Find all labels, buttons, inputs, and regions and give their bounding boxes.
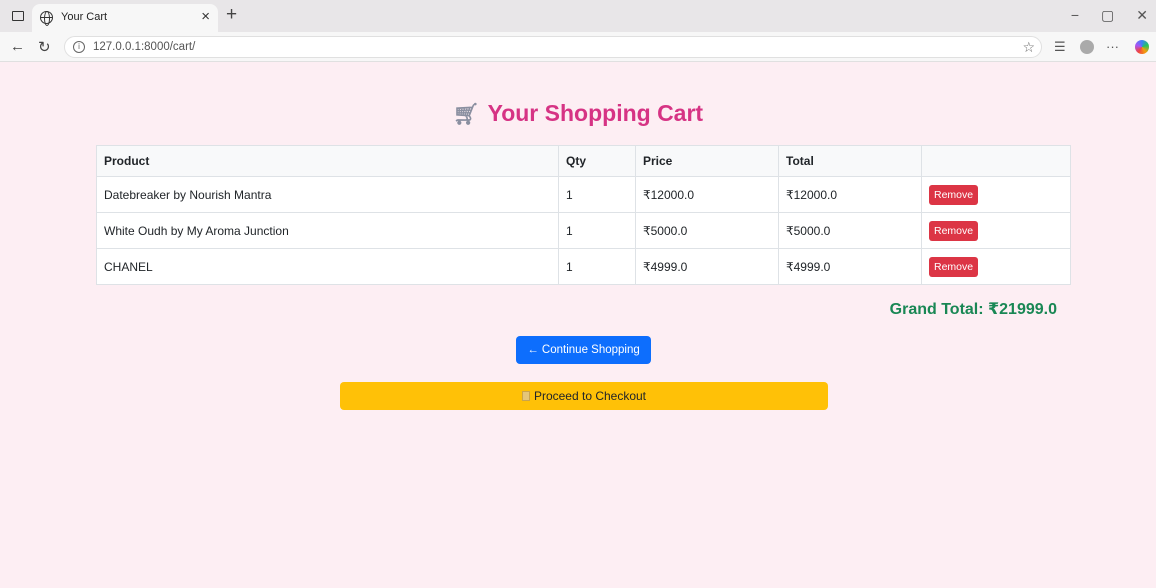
header-price: Price	[635, 145, 779, 177]
shopping-cart-icon: 🛒︎	[452, 103, 480, 126]
remove-button[interactable]: Remove	[929, 184, 979, 205]
header-action	[921, 145, 1071, 177]
cell-total: ₹5000.0	[778, 212, 922, 249]
cell-qty: 1	[558, 212, 636, 249]
cell-action: Remove	[921, 176, 1071, 213]
copilot-icon[interactable]	[1135, 40, 1149, 54]
cell-total: ₹4999.0	[778, 248, 922, 285]
window-controls: − ▢ ✕	[1071, 7, 1148, 24]
checkout-button-label: Proceed to Checkout	[533, 389, 647, 403]
table-header-row: Product Qty Price Total	[96, 145, 1071, 177]
profile-avatar[interactable]	[1080, 40, 1094, 54]
cell-action: Remove	[921, 212, 1071, 249]
table-row: Datebreaker by Nourish Mantra 1 ₹12000.0…	[96, 176, 1071, 213]
continue-shopping-button[interactable]: ← Continue Shopping	[516, 336, 651, 364]
header-total: Total	[778, 145, 922, 177]
favorite-star-icon[interactable]: ☆	[1022, 39, 1035, 56]
cell-product: Datebreaker by Nourish Mantra	[96, 176, 559, 213]
table-row: CHANEL 1 ₹4999.0 ₹4999.0 Remove	[96, 248, 1071, 285]
tab-actions-icon[interactable]	[12, 11, 24, 21]
cell-product: CHANEL	[96, 248, 559, 285]
back-arrow-icon[interactable]: ←	[10, 38, 25, 55]
header-qty: Qty	[558, 145, 636, 177]
table-row: White Oudh by My Aroma Junction 1 ₹5000.…	[96, 212, 1071, 249]
address-bar-row: ← ↻ i 127.0.0.1:8000/cart/ ☆ ☰ ···	[0, 32, 1156, 62]
cell-total: ₹12000.0	[778, 176, 922, 213]
tab-title: Your Cart	[61, 11, 108, 23]
cell-action: Remove	[921, 248, 1071, 285]
tab-close-button[interactable]: ×	[201, 8, 210, 25]
refresh-icon[interactable]: ↻	[38, 38, 51, 56]
proceed-to-checkout-button[interactable]: Proceed to Checkout	[340, 382, 828, 410]
minimize-button[interactable]: −	[1071, 7, 1079, 24]
cell-price: ₹4999.0	[635, 248, 779, 285]
url-text: 127.0.0.1:8000/cart/	[93, 41, 196, 53]
header-product: Product	[96, 145, 559, 177]
browser-tab[interactable]: Your Cart ×	[32, 4, 218, 32]
cell-qty: 1	[558, 248, 636, 285]
close-window-button[interactable]: ✕	[1136, 7, 1148, 24]
page-title: 🛒︎ Your Shopping Cart	[0, 100, 1156, 127]
favorites-icon[interactable]: ☰	[1054, 39, 1066, 55]
more-menu-icon[interactable]: ···	[1106, 39, 1119, 54]
remove-button[interactable]: Remove	[929, 220, 979, 241]
cell-price: ₹12000.0	[635, 176, 779, 213]
page-title-text: Your Shopping Cart	[487, 100, 704, 126]
remove-button[interactable]: Remove	[929, 256, 979, 277]
grand-total: Grand Total: ₹21999.0	[889, 301, 1057, 318]
cell-product: White Oudh by My Aroma Junction	[96, 212, 559, 249]
info-icon[interactable]: i	[73, 41, 85, 53]
cell-qty: 1	[558, 176, 636, 213]
cell-price: ₹5000.0	[635, 212, 779, 249]
maximize-button[interactable]: ▢	[1101, 7, 1114, 24]
browser-tab-bar: Your Cart × + − ▢ ✕	[0, 0, 1156, 32]
clipboard-icon	[521, 391, 530, 401]
cart-table: Product Qty Price Total Datebreaker by N…	[96, 145, 1071, 285]
url-input[interactable]: i 127.0.0.1:8000/cart/ ☆	[64, 36, 1042, 58]
new-tab-button[interactable]: +	[226, 4, 237, 26]
globe-icon	[40, 11, 53, 26]
